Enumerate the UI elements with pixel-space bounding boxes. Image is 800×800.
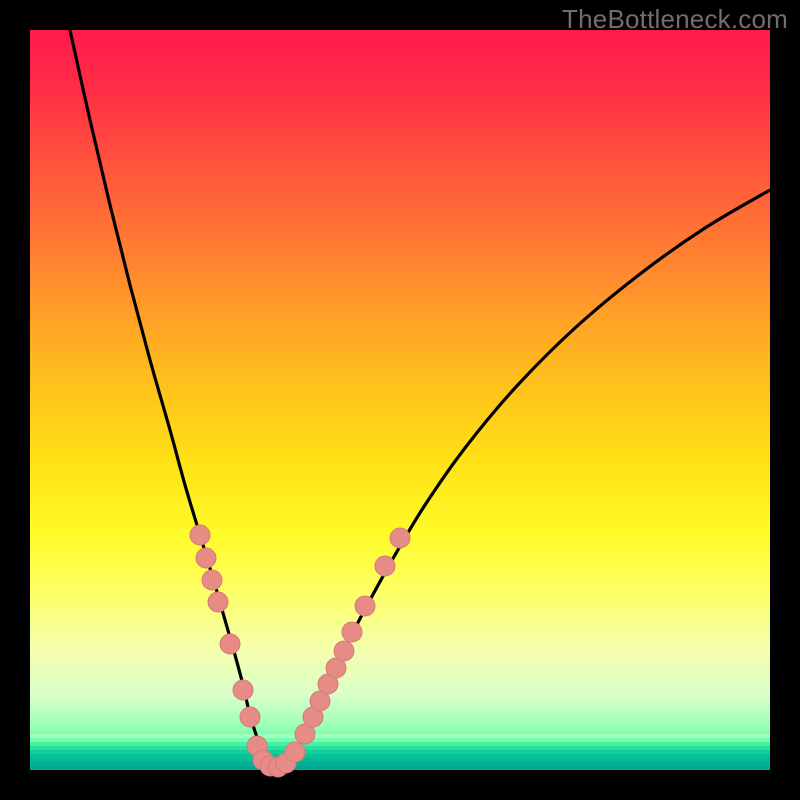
plot-area	[30, 30, 770, 770]
green-stripe	[30, 738, 770, 742]
data-marker	[355, 596, 375, 616]
chart-frame: TheBottleneck.com	[0, 0, 800, 800]
data-marker	[318, 674, 338, 694]
green-stripe	[30, 766, 770, 770]
green-stripe	[30, 758, 770, 762]
data-marker	[268, 757, 288, 777]
data-marker	[334, 641, 354, 661]
green-stripe	[30, 762, 770, 766]
data-marker	[326, 658, 346, 678]
green-stripe	[30, 742, 770, 746]
green-band-stripes	[30, 734, 770, 770]
markers-group	[190, 525, 410, 777]
green-stripe	[30, 746, 770, 750]
data-marker	[276, 753, 296, 773]
data-marker	[233, 680, 253, 700]
data-marker	[202, 570, 222, 590]
data-marker	[208, 592, 228, 612]
data-marker	[375, 556, 395, 576]
data-marker	[220, 634, 240, 654]
data-marker	[295, 724, 315, 744]
green-stripe	[30, 754, 770, 758]
data-marker	[390, 528, 410, 548]
curve-left	[70, 30, 273, 767]
data-marker	[303, 707, 323, 727]
data-marker	[342, 622, 362, 642]
data-marker	[260, 756, 280, 776]
data-marker	[196, 548, 216, 568]
curve-group	[70, 30, 770, 768]
data-marker	[285, 742, 305, 762]
data-marker	[247, 736, 267, 756]
data-marker	[190, 525, 210, 545]
data-marker	[253, 750, 273, 770]
curve-right	[278, 190, 770, 768]
data-marker	[240, 707, 260, 727]
green-stripe	[30, 750, 770, 754]
green-stripe	[30, 734, 770, 738]
chart-svg	[30, 30, 770, 770]
data-marker	[310, 691, 330, 711]
